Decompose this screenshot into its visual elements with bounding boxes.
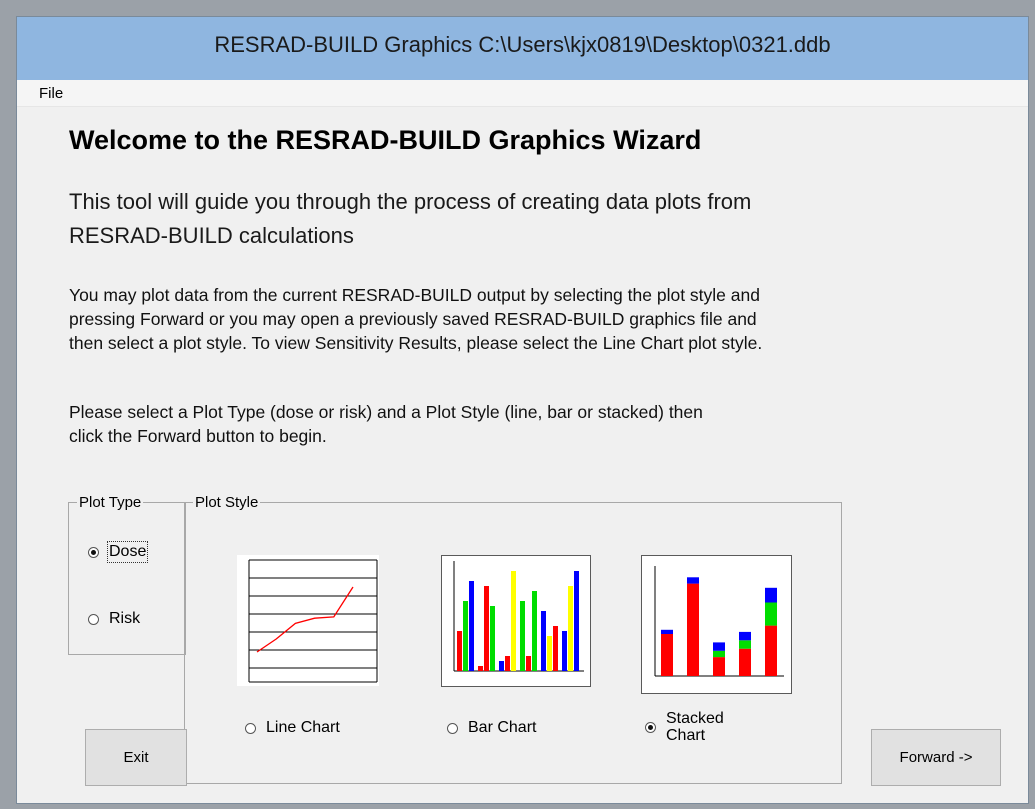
stacked-chart-bars (661, 577, 777, 676)
stacked-chart-segment (739, 648, 751, 676)
stacked-chart-segment (713, 650, 725, 658)
plot-type-group: Plot Type (68, 494, 186, 655)
bar-chart-thumbnail[interactable] (441, 555, 591, 687)
risk-radio-label: Risk (109, 610, 141, 627)
stacked-chart-segment (713, 642, 725, 651)
bar-chart-bar (505, 656, 510, 671)
stacked-chart-segment (687, 583, 699, 676)
line-chart-radio[interactable]: Line Chart (245, 719, 340, 737)
stacked-chart-segment (765, 625, 777, 676)
bar-chart-bar (484, 586, 489, 671)
bar-chart-bar (568, 586, 573, 671)
line-chart-grid (248, 559, 378, 683)
plot-style-legend: Plot Style (195, 494, 259, 511)
stacked-chart-segment (661, 629, 673, 634)
line-chart-series (256, 586, 354, 653)
stacked-label-line-2: Chart (666, 727, 706, 744)
bar-chart-bar (547, 636, 552, 671)
window-title: RESRAD-BUILD Graphics C:\Users\kjx0819\D… (214, 32, 831, 57)
stacked-chart-segment (713, 657, 725, 676)
plot-type-legend: Plot Type (79, 494, 142, 511)
bar-chart-bar (541, 611, 546, 671)
line-chart-svg (248, 559, 378, 683)
stacked-chart-segment (739, 631, 751, 641)
risk-radio-dot (88, 613, 99, 625)
intro-text: This tool will guide you through the pro… (69, 185, 999, 253)
stacked-chart-segment (739, 640, 751, 649)
line-chart-radio-dot (245, 722, 256, 734)
stacked-chart-radio-label: Stacked Chart (666, 710, 724, 744)
bar-chart-bar (490, 606, 495, 671)
bar-chart-radio-label: Bar Chart (468, 719, 537, 736)
bar-chart-bar (526, 656, 531, 671)
bar-chart-bar (499, 661, 504, 671)
stacked-chart-radio-dot (645, 721, 656, 733)
bar-chart-svg (453, 561, 584, 672)
para1-line-2: pressing Forward or you may open a previ… (69, 309, 757, 329)
bar-chart-bar (457, 631, 462, 671)
stacked-chart-segment (661, 634, 673, 676)
intro-line-1: This tool will guide you through the pro… (69, 189, 752, 214)
page-heading: Welcome to the RESRAD-BUILD Graphics Wiz… (69, 125, 702, 155)
bar-chart-bar (478, 666, 483, 671)
instructions-paragraph-1: You may plot data from the current RESRA… (69, 283, 1019, 355)
stacked-chart-segment (765, 602, 777, 626)
stacked-chart-segment (687, 577, 699, 584)
forward-button[interactable]: Forward -> (871, 729, 1001, 786)
bar-chart-bar (532, 591, 537, 671)
bar-chart-bar (469, 581, 474, 671)
bar-chart-bars (457, 571, 579, 671)
para1-line-1: You may plot data from the current RESRA… (69, 285, 760, 305)
line-chart-radio-label: Line Chart (266, 719, 340, 736)
stacked-chart-segment (765, 587, 777, 603)
bar-chart-bar (520, 601, 525, 671)
dose-radio-label: Dose (106, 541, 149, 563)
instructions-paragraph-2: Please select a Plot Type (dose or risk)… (69, 400, 1019, 448)
bar-chart-bar (562, 631, 567, 671)
bar-chart-bar (463, 601, 468, 671)
menu-bar: File (17, 80, 1028, 107)
dose-radio-dot (88, 546, 99, 558)
bar-chart-bar (553, 626, 558, 671)
stacked-label-line-1: Stacked (666, 710, 724, 727)
stacked-chart-thumbnail[interactable] (641, 555, 792, 694)
exit-button[interactable]: Exit (85, 729, 187, 786)
risk-radio[interactable]: Risk (88, 610, 140, 628)
para2-line-2: click the Forward button to begin. (69, 426, 327, 446)
intro-line-2: RESRAD-BUILD calculations (69, 223, 354, 248)
dose-radio[interactable]: Dose (88, 541, 149, 563)
line-chart-thumbnail[interactable] (237, 555, 379, 686)
menu-file[interactable]: File (39, 85, 63, 102)
stacked-chart-radio[interactable]: Stacked Chart (645, 710, 724, 744)
title-bar[interactable]: RESRAD-BUILD Graphics C:\Users\kjx0819\D… (17, 17, 1028, 80)
para2-line-1: Please select a Plot Type (dose or risk)… (69, 402, 703, 422)
stacked-chart-svg (654, 566, 784, 677)
para1-line-3: then select a plot style. To view Sensit… (69, 333, 763, 353)
bar-chart-radio-dot (447, 722, 458, 734)
bar-chart-bar (511, 571, 516, 671)
bar-chart-bar (574, 571, 579, 671)
bar-chart-radio[interactable]: Bar Chart (447, 719, 536, 737)
